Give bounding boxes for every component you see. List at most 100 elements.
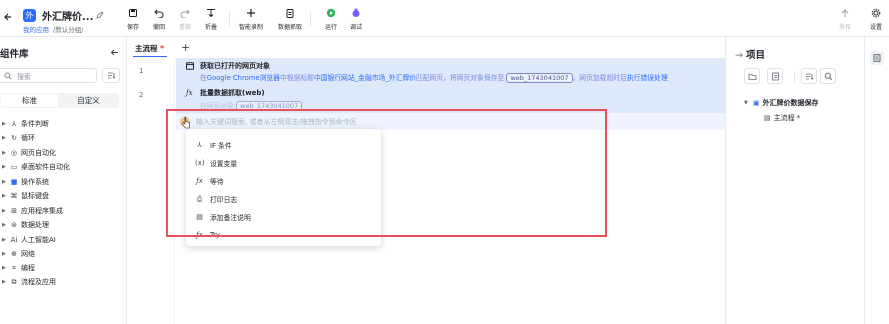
back-arrow-icon[interactable] (3, 12, 13, 22)
smart-record-label: 智能录制 (239, 24, 264, 31)
toolbar-divider (794, 71, 795, 82)
step-title: 批量数据抓取(web) (200, 89, 265, 97)
debug-button[interactable]: 调试 (345, 8, 367, 31)
caret-down-icon: ▼ (744, 100, 748, 106)
edit-title-icon[interactable] (96, 11, 104, 19)
modified-indicator: * (160, 44, 165, 53)
breadcrumb-my-apps[interactable]: 我的应用 (23, 24, 49, 34)
network-icon: ⊕ (11, 250, 17, 258)
component-search-input[interactable]: 搜索 (0, 68, 97, 83)
search-icon (4, 72, 12, 80)
file-icon (771, 72, 779, 81)
category-desktop-automation[interactable]: ▶ ▭ 桌面软件自动化 (2, 161, 70, 173)
save-button[interactable]: 保存 (122, 8, 144, 31)
globe-icon: ◎ (10, 149, 18, 157)
settings-label: 设置 (869, 24, 882, 31)
collapse-left-icon[interactable] (110, 48, 119, 57)
tree-node-project[interactable]: ▼ ▣ 外汇牌价数据保存 (744, 98, 818, 108)
line-number: 1 (139, 67, 144, 75)
publish-label: 发布 (838, 24, 851, 31)
project-icon: ▣ (752, 99, 760, 107)
data-scrape-button[interactable]: 数据抓取 (278, 8, 303, 31)
debug-label: 调试 (349, 24, 362, 31)
clipboard-icon (286, 9, 294, 18)
category-ai[interactable]: ▶ Ai 人工智能AI (2, 234, 56, 246)
run-button[interactable]: 运行 (320, 8, 342, 31)
category-mouse-keyboard[interactable]: ▶ ⌘ 鼠标键盘 (2, 190, 49, 202)
fx-icon: ƒx (186, 89, 193, 97)
category-network[interactable]: ▶ ⊕ 网络 (2, 248, 35, 260)
new-folder-button[interactable] (744, 68, 760, 84)
library-tabs: 标准 自定义 (0, 93, 119, 108)
panel-title: 组件库 (0, 49, 29, 60)
variable-chip: web_1743041007 (506, 73, 573, 83)
os-icon: ■ (10, 178, 18, 186)
header: 外 外汇牌价... 我的应用 /默认分组/ 保存 撤回 重做 折叠 智能录制 数… (0, 0, 889, 37)
toolbar-divider (229, 12, 230, 26)
app-logo: 外 (23, 9, 36, 22)
undo-icon (154, 9, 164, 18)
project-panel-toggle[interactable] (870, 51, 884, 65)
new-flow-button[interactable] (767, 68, 783, 84)
publish-button[interactable]: 发布 (834, 8, 856, 31)
tab-standard[interactable]: 标准 (1, 94, 58, 107)
save-label: 保存 (126, 24, 139, 31)
save-icon (129, 9, 137, 17)
redo-icon (180, 9, 190, 18)
sort-filter-button[interactable] (102, 68, 120, 83)
ai-icon: Ai (10, 236, 18, 244)
category-flow-apps[interactable]: ▶ ⧉ 流程及应用 (2, 276, 56, 288)
category-os[interactable]: ▶ ■ 操作系统 (2, 176, 49, 188)
category-app-integration[interactable]: ▶ ⊞ 应用程序集成 (2, 205, 63, 217)
line-number: 2 (139, 91, 144, 99)
loop-icon: ↻ (11, 134, 17, 142)
category-web-automation[interactable]: ▶ ◎ 网页自动化 (2, 147, 56, 159)
tab-custom[interactable]: 自定义 (60, 94, 117, 107)
category-condition[interactable]: ▶ ⅄ 条件判断 (2, 118, 49, 130)
step-get-web-object[interactable]: 获取已打开的网页对象 在Google Chrome浏览器中根据标题中国银行网站_… (176, 58, 725, 85)
code-icon: ⌗ (12, 263, 16, 272)
redo-label: 重做 (178, 24, 191, 31)
file-icon (873, 54, 881, 62)
fold-icon (207, 9, 215, 18)
settings-button[interactable]: 设置 (865, 8, 887, 31)
tab-main-flow[interactable]: 主流程 * (135, 43, 164, 54)
search-placeholder: 搜索 (17, 73, 31, 81)
project-panel: → 项目 ▼ ▣ 外汇牌价数据保存 ▤ 主流程 * (725, 37, 864, 324)
debug-icon (352, 8, 360, 17)
data-scrape-label: 数据抓取 (278, 24, 303, 31)
category-programming[interactable]: ▶ ⌗ 编程 (2, 262, 35, 274)
step-title: 获取已打开的网页对象 (200, 62, 270, 70)
step-description: 在Google Chrome浏览器中根据标题中国银行网站_金融市场_外汇牌价匹配… (200, 73, 668, 83)
app-title: 外汇牌价... (42, 12, 94, 23)
run-label: 运行 (324, 24, 337, 31)
sort-button[interactable] (801, 68, 817, 84)
panel-title: → 项目 (735, 50, 765, 61)
plus-icon (247, 9, 255, 17)
undo-button[interactable]: 撤回 (148, 8, 170, 31)
smart-record-button[interactable]: 智能录制 (239, 8, 264, 31)
annotation-highlight-box (166, 109, 607, 237)
folder-icon (748, 74, 756, 80)
app-icon: ⊞ (11, 207, 17, 215)
gear-icon (871, 8, 881, 18)
branch-icon: ⅄ (11, 120, 17, 128)
fold-label: 折叠 (204, 24, 217, 31)
category-loop[interactable]: ▶ ↻ 循环 (2, 132, 35, 144)
component-library-panel: 组件库 搜索 标准 自定义 ▶ ⅄ 条件判断 ▶ ↻ 循环 ▶ ◎ 网页自动化 ▶ ▭ 桌面软件… (0, 37, 127, 324)
right-rail (864, 37, 889, 324)
browser-icon (186, 62, 194, 70)
fold-button[interactable]: 折叠 (200, 8, 222, 31)
add-tab-button[interactable]: + (181, 41, 190, 54)
data-icon: ⊜ (11, 221, 17, 229)
flow-editor: 主流程 * + 1 2 获取已打开的网页对象 在Google Chrome浏览器… (127, 37, 725, 324)
category-data-processing[interactable]: ▶ ⊜ 数据处理 (2, 219, 49, 231)
undo-label: 撤回 (152, 24, 165, 31)
sort-icon (107, 72, 115, 79)
publish-icon (841, 9, 849, 17)
tree-node-main-flow[interactable]: ▤ 主流程 * (764, 113, 800, 123)
flow-icon: ⧉ (11, 277, 17, 286)
redo-button[interactable]: 重做 (174, 8, 196, 31)
project-search-button[interactable] (820, 68, 836, 84)
breadcrumb-path: /默认分组/ (53, 26, 84, 34)
